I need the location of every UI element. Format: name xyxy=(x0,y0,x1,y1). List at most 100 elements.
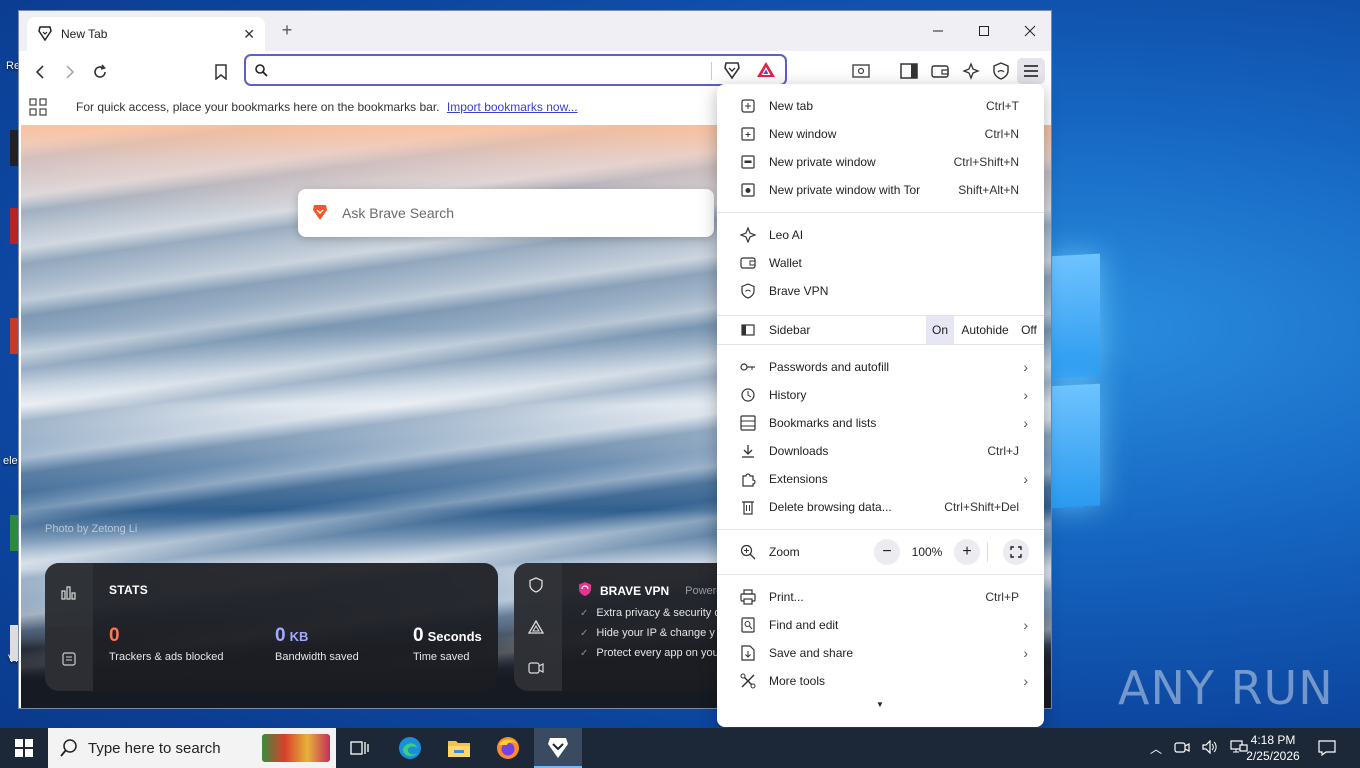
sidebar-option-autohide[interactable]: Autohide xyxy=(955,316,1015,344)
close-tab-icon[interactable]: ✕ xyxy=(243,26,255,43)
wallet-icon[interactable] xyxy=(928,59,952,83)
task-view-button[interactable] xyxy=(336,728,384,768)
menu-separator xyxy=(717,344,1044,345)
search-tabs-icon[interactable] xyxy=(849,59,873,83)
menu-item-shortcut: Ctrl+Shift+Del xyxy=(944,500,1019,514)
tor-window-icon xyxy=(740,182,756,198)
notification-center-button[interactable] xyxy=(1318,728,1336,768)
zoom-icon xyxy=(740,544,756,560)
plus-square-icon xyxy=(740,98,756,114)
menu-item-history[interactable]: History › xyxy=(717,381,1044,409)
sidebar-option-off[interactable]: Off xyxy=(1016,316,1042,344)
ntp-search-placeholder: Ask Brave Search xyxy=(342,205,455,221)
search-highlight-gifts-icon[interactable] xyxy=(262,734,330,762)
menu-item-find-and-edit[interactable]: Find and edit › xyxy=(717,611,1044,639)
brave-icon xyxy=(548,738,568,758)
menu-item-label: Downloads xyxy=(769,444,829,458)
system-clock[interactable]: 4:18 PM 2/25/2026 xyxy=(1240,732,1306,764)
minimize-button[interactable] xyxy=(915,11,961,51)
menu-item-shortcut: Shift+Alt+N xyxy=(958,183,1019,197)
taskbar-search-box[interactable]: Type here to search xyxy=(48,728,336,768)
bar-chart-icon[interactable] xyxy=(59,583,77,604)
menu-separator xyxy=(717,574,1044,575)
menu-item-save-and-share[interactable]: Save and share › xyxy=(717,639,1044,667)
menu-item-new-tor-window[interactable]: New private window with Tor Shift+Alt+N xyxy=(717,176,1044,204)
vpn-feature-text: Extra privacy & security o xyxy=(596,607,721,619)
desktop-icon-label[interactable]: ele xyxy=(3,455,18,467)
photo-credit[interactable]: Photo by Zetong Li xyxy=(45,523,137,535)
taskbar: Type here to search ︿ 4:18 PM 2/25/2026 xyxy=(0,728,1360,768)
back-button[interactable] xyxy=(27,59,53,85)
forward-button[interactable] xyxy=(57,59,83,85)
brave-shields-icon[interactable] xyxy=(722,60,742,83)
stats-widget: STATS 0 Trackers & ads blocked 0 KB Bandw… xyxy=(45,563,498,691)
address-bar[interactable] xyxy=(244,54,787,86)
zoom-in-button[interactable]: + xyxy=(954,539,980,565)
menu-item-wallet[interactable]: Wallet xyxy=(717,249,1044,277)
menu-item-label: Find and edit xyxy=(769,618,839,632)
sidebar-option-on[interactable]: On xyxy=(926,316,954,344)
menu-item-new-window[interactable]: New window Ctrl+N xyxy=(717,120,1044,148)
sidebar-toggle-icon[interactable] xyxy=(897,59,921,83)
search-icon xyxy=(60,739,78,760)
vpn-shield-icon[interactable] xyxy=(528,577,544,596)
menu-item-bookmarks[interactable]: Bookmarks and lists › xyxy=(717,409,1044,437)
menu-item-label: Save and share xyxy=(769,646,854,660)
wallet-icon xyxy=(740,255,756,271)
bookmark-page-button[interactable] xyxy=(208,59,234,85)
time-label: Time saved xyxy=(413,651,470,663)
menu-item-brave-vpn[interactable]: Brave VPN xyxy=(717,277,1044,305)
leo-ai-icon[interactable] xyxy=(959,59,983,83)
vpn-icon[interactable] xyxy=(989,59,1013,83)
chevron-right-icon: › xyxy=(1023,673,1028,689)
menu-item-print[interactable]: Print... Ctrl+P xyxy=(717,583,1044,611)
zoom-divider xyxy=(987,542,988,562)
meet-now-icon[interactable] xyxy=(1174,740,1190,757)
rewards-triangle-icon[interactable] xyxy=(527,619,545,638)
reload-button[interactable] xyxy=(87,59,113,85)
taskbar-brave[interactable] xyxy=(534,728,582,768)
menu-item-passwords[interactable]: Passwords and autofill › xyxy=(717,353,1044,381)
start-button[interactable] xyxy=(0,728,48,768)
menu-item-downloads[interactable]: Downloads Ctrl+J xyxy=(717,437,1044,465)
menu-item-more-tools[interactable]: More tools › xyxy=(717,667,1044,695)
trackers-label: Trackers & ads blocked xyxy=(109,651,224,663)
tab-new-tab[interactable]: New Tab ✕ xyxy=(27,17,265,51)
menu-item-label: Brave VPN xyxy=(769,284,829,298)
menu-item-new-tab[interactable]: New tab Ctrl+T xyxy=(717,92,1044,120)
fullscreen-button[interactable] xyxy=(1003,539,1029,565)
chevron-right-icon: › xyxy=(1023,645,1028,661)
zoom-out-button[interactable]: − xyxy=(874,539,900,565)
ntp-search-box[interactable]: Ask Brave Search xyxy=(298,189,714,237)
talk-camera-icon[interactable] xyxy=(528,661,544,678)
menu-item-delete-browsing-data[interactable]: Delete browsing data... Ctrl+Shift+Del xyxy=(717,493,1044,521)
scroll-down-arrow-icon[interactable]: ▼ xyxy=(876,700,884,709)
menu-item-label: New tab xyxy=(769,99,814,113)
tab-strip: New Tab ✕ + xyxy=(19,11,1051,51)
close-window-button[interactable] xyxy=(1007,11,1051,51)
vpn-feature: ✓ Extra privacy & security o xyxy=(580,607,720,619)
sparkle-icon xyxy=(740,227,756,243)
apps-grid-icon[interactable] xyxy=(29,98,47,119)
brave-rewards-icon[interactable] xyxy=(756,60,776,83)
new-tab-button[interactable]: + xyxy=(277,21,297,41)
import-bookmarks-link[interactable]: Import bookmarks now... xyxy=(447,100,578,114)
maximize-button[interactable] xyxy=(961,11,1007,51)
private-window-icon xyxy=(740,154,756,170)
menu-item-new-private-window[interactable]: New private window Ctrl+Shift+N xyxy=(717,148,1044,176)
volume-icon[interactable] xyxy=(1202,739,1218,757)
address-divider xyxy=(711,62,712,80)
chevron-right-icon: › xyxy=(1023,415,1028,431)
taskbar-file-explorer[interactable] xyxy=(435,728,483,768)
menu-item-leo-ai[interactable]: Leo AI xyxy=(717,221,1044,249)
taskbar-edge[interactable] xyxy=(386,728,434,768)
taskbar-firefox[interactable] xyxy=(484,728,532,768)
chevron-up-icon[interactable]: ︿ xyxy=(1150,740,1162,757)
address-input[interactable] xyxy=(274,57,785,83)
vpn-shield-icon xyxy=(740,283,756,299)
app-menu-button[interactable] xyxy=(1017,58,1045,84)
news-feed-icon[interactable] xyxy=(45,627,93,691)
chevron-right-icon: › xyxy=(1023,471,1028,487)
stat-trackers: 0 Trackers & ads blocked xyxy=(109,625,224,663)
menu-item-extensions[interactable]: Extensions › xyxy=(717,465,1044,493)
